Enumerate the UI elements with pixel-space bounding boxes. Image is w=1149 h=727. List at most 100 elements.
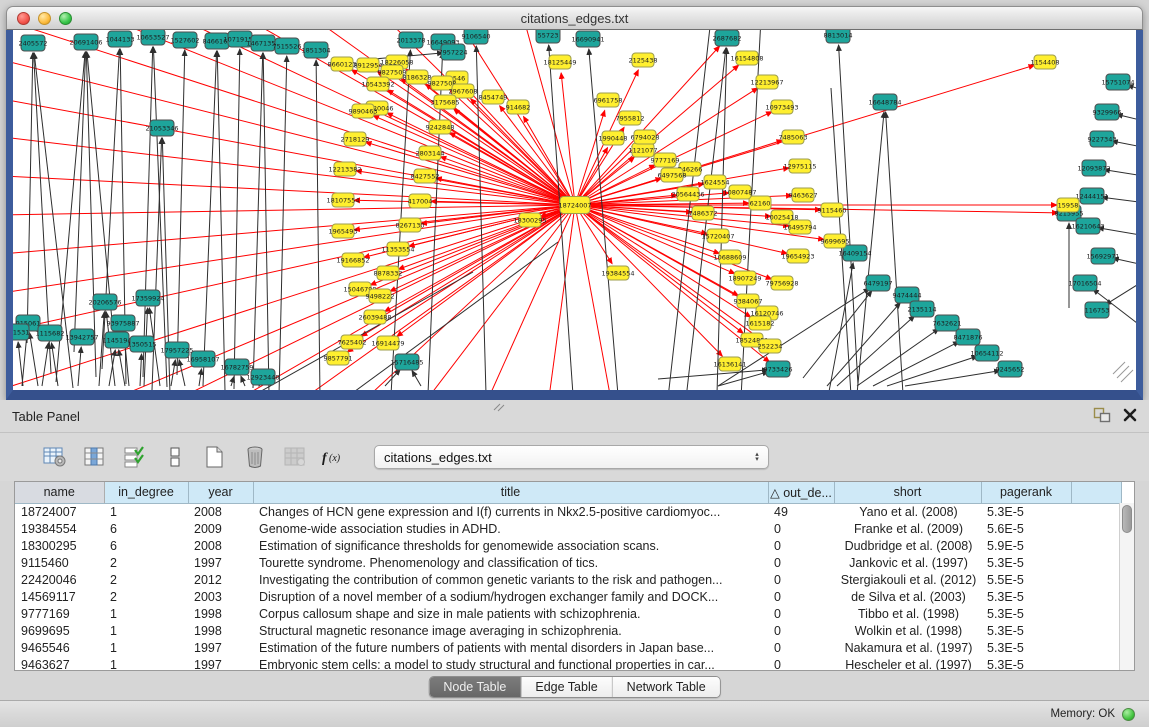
citation-edge-black[interactable] [42, 343, 49, 386]
graph-node[interactable]: 10653527 [136, 30, 169, 45]
graph-node[interactable]: 8471876 [954, 329, 983, 345]
graph-node[interactable]: 16914479 [371, 336, 404, 350]
citation-edge-black[interactable] [30, 333, 38, 386]
citation-edge-red[interactable] [13, 88, 575, 205]
graph-node[interactable]: 9329966 [1093, 104, 1122, 120]
table-settings-button[interactable] [40, 442, 70, 472]
graph-node[interactable]: 1851304 [302, 42, 331, 58]
graph-node[interactable]: 8454749 [479, 90, 508, 104]
graph-node[interactable]: 15716485 [390, 354, 423, 370]
graph-node[interactable]: 10973493 [765, 100, 798, 114]
citation-edge-black[interactable] [241, 376, 245, 386]
graph-node[interactable]: 17016504 [1068, 275, 1101, 291]
citation-edge-black[interactable] [658, 370, 768, 379]
citation-edge-black[interactable] [837, 316, 915, 386]
column-header-year[interactable]: year [188, 482, 253, 503]
table-row[interactable]: 1456911722003Disruption of a novel membe… [15, 588, 1121, 605]
graph-node[interactable]: 20206576 [88, 294, 121, 310]
graph-node[interactable]: 9463627 [789, 188, 818, 202]
graph-node[interactable]: 12923448 [246, 369, 279, 385]
toggle-rows-button[interactable] [160, 442, 190, 472]
splitter-grip-icon[interactable] [492, 402, 506, 412]
citation-edge-red[interactable] [575, 205, 722, 356]
graph-node[interactable]: 2803144 [416, 146, 445, 160]
graph-hub-node[interactable]: 18724007 [558, 197, 591, 214]
graph-node[interactable]: 6479197 [864, 275, 893, 291]
citation-edge-red[interactable] [13, 30, 575, 205]
graph-node[interactable]: 252234 [758, 339, 783, 353]
import-table-button[interactable] [280, 442, 310, 472]
graph-node[interactable]: 6961758 [594, 93, 623, 107]
graph-node[interactable]: 9777169 [651, 153, 680, 167]
graph-node[interactable]: 2687682 [713, 30, 742, 46]
graph-node[interactable]: 8813014 [824, 30, 853, 43]
citation-edge-black[interactable] [199, 369, 202, 386]
graph-node[interactable]: 16648784 [868, 94, 901, 110]
graph-node[interactable]: 2125438 [629, 53, 658, 67]
table-row[interactable]: 946362711997Embryonic stem cells: a mode… [15, 656, 1121, 671]
citation-edge-black[interactable] [74, 52, 86, 352]
citation-edge-black[interactable] [412, 371, 421, 386]
citation-edge-black[interactable] [78, 347, 81, 386]
graph-node[interactable]: 1990448 [599, 131, 628, 145]
graph-node[interactable]: 10654112 [970, 345, 1003, 361]
graph-node[interactable]: 12093872 [1077, 160, 1110, 176]
citation-edge-black[interactable] [263, 53, 269, 390]
graph-node[interactable]: 8878332 [374, 266, 403, 280]
graph-node[interactable]: 15692971 [1086, 248, 1119, 264]
citation-edge-black[interactable] [803, 291, 872, 378]
close-panel-icon[interactable] [1123, 408, 1137, 422]
column-header-name[interactable]: name [15, 482, 104, 503]
graph-node[interactable]: 116753 [1085, 302, 1110, 318]
graph-node[interactable]: 15958 [1057, 198, 1079, 212]
citation-edge-black[interactable] [22, 333, 27, 386]
graph-node[interactable]: 7957224 [439, 44, 468, 60]
graph-node[interactable]: 9699695 [821, 234, 850, 248]
graph-node[interactable]: 9890463 [349, 104, 378, 118]
graph-node[interactable]: 1154408 [1031, 55, 1060, 69]
table-row[interactable]: 1872400712008Changes of HCN gene express… [15, 503, 1121, 520]
graph-node[interactable]: 11353554 [381, 242, 414, 256]
table-scrollbar-thumb[interactable] [1122, 505, 1132, 533]
graph-node[interactable]: 1624554 [701, 175, 730, 189]
delete-column-button[interactable] [240, 442, 270, 472]
tab-network-table[interactable]: Network Table [613, 677, 720, 697]
citation-edge-black[interactable] [234, 49, 240, 389]
table-row[interactable]: 2242004622012Investigating the contribut… [15, 571, 1121, 588]
column-header-△ out_de...[interactable]: △ out_de... [768, 482, 834, 503]
citation-edge-red[interactable] [13, 30, 575, 205]
network-canvas[interactable]: 2405572206914061044133106535271527602846… [13, 30, 1136, 390]
graph-node[interactable]: 93975887 [106, 315, 139, 331]
float-panel-icon[interactable] [1093, 407, 1111, 423]
tab-edge-table[interactable]: Edge Table [521, 677, 612, 697]
graph-node[interactable]: 21053346 [145, 120, 178, 136]
graph-node[interactable]: 20691406 [69, 34, 102, 50]
citation-edge-red[interactable] [468, 205, 575, 390]
graph-node[interactable]: 8267130 [396, 218, 425, 232]
table-row[interactable]: 946554611997Estimation of the future num… [15, 639, 1121, 656]
graph-node[interactable]: 7625402 [338, 335, 367, 349]
new-column-button[interactable] [200, 442, 230, 472]
graph-node[interactable]: 62160 [749, 196, 771, 210]
select-rows-button[interactable] [120, 442, 150, 472]
citation-edge-black[interactable] [217, 51, 225, 390]
table-row[interactable]: 1938455462009Genome-wide association stu… [15, 520, 1121, 537]
table-row[interactable]: 911546021997Tourette syndrome. Phenomeno… [15, 554, 1121, 571]
graph-node[interactable]: 18125449 [543, 55, 576, 69]
citation-edge-black[interactable] [140, 354, 142, 386]
citation-edge-black[interactable] [27, 53, 33, 343]
graph-node[interactable]: 9227343 [1088, 131, 1117, 147]
tab-node-table[interactable]: Node Table [429, 677, 521, 697]
graph-node[interactable]: 18107554 [326, 193, 359, 207]
graph-node[interactable]: 19384554 [601, 266, 634, 280]
graph-node[interactable]: 7632621 [933, 315, 962, 331]
citation-edge-black[interactable] [253, 53, 263, 388]
graph-node[interactable]: 15720407 [701, 229, 734, 243]
column-header-spacer[interactable] [1071, 482, 1121, 503]
graph-node[interactable]: 9242848 [426, 120, 455, 134]
citation-edge-red[interactable] [373, 115, 575, 205]
citation-edge-red[interactable] [543, 205, 575, 390]
graph-node[interactable]: 1527602 [171, 32, 200, 48]
window-titlebar[interactable]: citations_edges.txt [6, 6, 1143, 30]
canvas-resize-grip[interactable] [1113, 362, 1133, 382]
